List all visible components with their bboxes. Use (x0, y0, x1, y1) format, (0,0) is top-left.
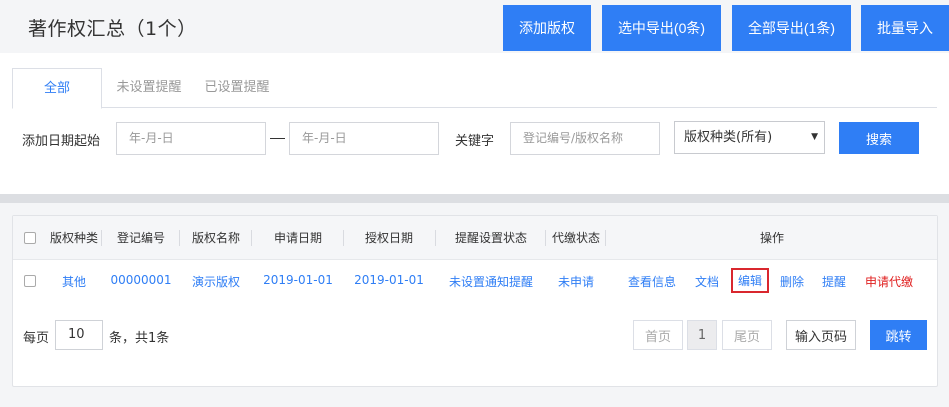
table-header: 版权种类 登记编号 版权名称 申请日期 授权日期 提醒设置状态 代缴状态 操作 (13, 216, 937, 260)
cell-reg-no: 00000001 (110, 273, 172, 287)
col-auth-date: 授权日期 (364, 231, 413, 245)
col-divider (343, 230, 344, 246)
tab-row: 全部 未设置提醒 已设置提醒 (12, 68, 937, 109)
first-page-button[interactable]: 首页 (633, 320, 683, 350)
col-type: 版权种类 (49, 231, 98, 245)
col-divider (179, 230, 180, 246)
last-page-button[interactable]: 尾页 (722, 320, 772, 350)
edit-link[interactable]: 编辑 (731, 268, 770, 293)
col-payment-status: 代缴状态 (551, 231, 600, 245)
total-count-label: 条，共1条 (109, 331, 170, 346)
section-divider (0, 194, 949, 203)
cell-payment-status: 未申请 (557, 275, 594, 289)
batch-import-button[interactable]: 批量导入 (861, 5, 949, 51)
export-all-button[interactable]: 全部导出(1条) (732, 5, 851, 51)
filter-panel: 全部 未设置提醒 已设置提醒 添加日期起始 年-月-日 年-月-日 关键字 登记… (0, 53, 949, 194)
apply-payment-link[interactable]: 申请代缴 (865, 273, 913, 290)
delete-link[interactable]: 删除 (780, 273, 804, 290)
tab-has-reminder[interactable]: 已设置提醒 (196, 68, 278, 108)
search-button[interactable]: 搜索 (839, 122, 919, 154)
row-checkbox[interactable] (24, 275, 36, 287)
page-number-input[interactable]: 输入页码 (786, 320, 856, 350)
copyright-table: 版权种类 登记编号 版权名称 申请日期 授权日期 提醒设置状态 代缴状态 操作 … (12, 215, 938, 387)
copyright-type-select[interactable]: 版权种类(所有) ▼ (674, 121, 825, 154)
caret-down-icon: ▼ (811, 132, 818, 142)
col-reminder-status: 提醒设置状态 (454, 231, 527, 245)
keyword-label: 关键字 (455, 134, 495, 149)
add-copyright-button[interactable]: 添加版权 (503, 5, 591, 51)
date-start-label: 添加日期起始 (22, 134, 101, 149)
col-apply-date: 申请日期 (273, 231, 322, 245)
date-start-input[interactable]: 年-月-日 (116, 122, 266, 155)
cell-type: 其他 (61, 275, 86, 289)
jump-button[interactable]: 跳转 (870, 320, 927, 350)
col-divider (435, 230, 436, 246)
per-page-label: 每页 (23, 331, 50, 346)
col-name: 版权名称 (191, 231, 240, 245)
date-range-dash (270, 138, 285, 139)
col-divider (101, 230, 102, 246)
cell-reminder-status: 未设置通知提醒 (448, 275, 533, 289)
col-divider (545, 230, 546, 246)
remind-link[interactable]: 提醒 (822, 273, 846, 290)
tab-all[interactable]: 全部 (12, 68, 102, 109)
export-selected-button[interactable]: 选中导出(0条) (602, 5, 721, 51)
keyword-input[interactable]: 登记编号/版权名称 (510, 122, 660, 155)
cell-apply-date: 2019-01-01 (263, 273, 333, 287)
copyright-type-value: 版权种类(所有) (684, 130, 773, 145)
cell-auth-date: 2019-01-01 (354, 273, 424, 287)
page-title: 著作权汇总（1个） (28, 18, 197, 40)
col-divider (605, 230, 606, 246)
select-all-checkbox[interactable] (24, 232, 36, 244)
col-divider (251, 230, 252, 246)
view-info-link[interactable]: 查看信息 (628, 273, 676, 290)
cell-name: 演示版权 (191, 275, 240, 289)
tab-no-reminder[interactable]: 未设置提醒 (108, 68, 190, 108)
documents-link[interactable]: 文档 (695, 273, 719, 290)
col-actions: 操作 (759, 231, 784, 245)
current-page-button[interactable]: 1 (687, 320, 717, 350)
per-page-input[interactable]: 10 (55, 320, 103, 350)
col-reg-no: 登记编号 (116, 231, 165, 245)
date-end-input[interactable]: 年-月-日 (289, 122, 439, 155)
